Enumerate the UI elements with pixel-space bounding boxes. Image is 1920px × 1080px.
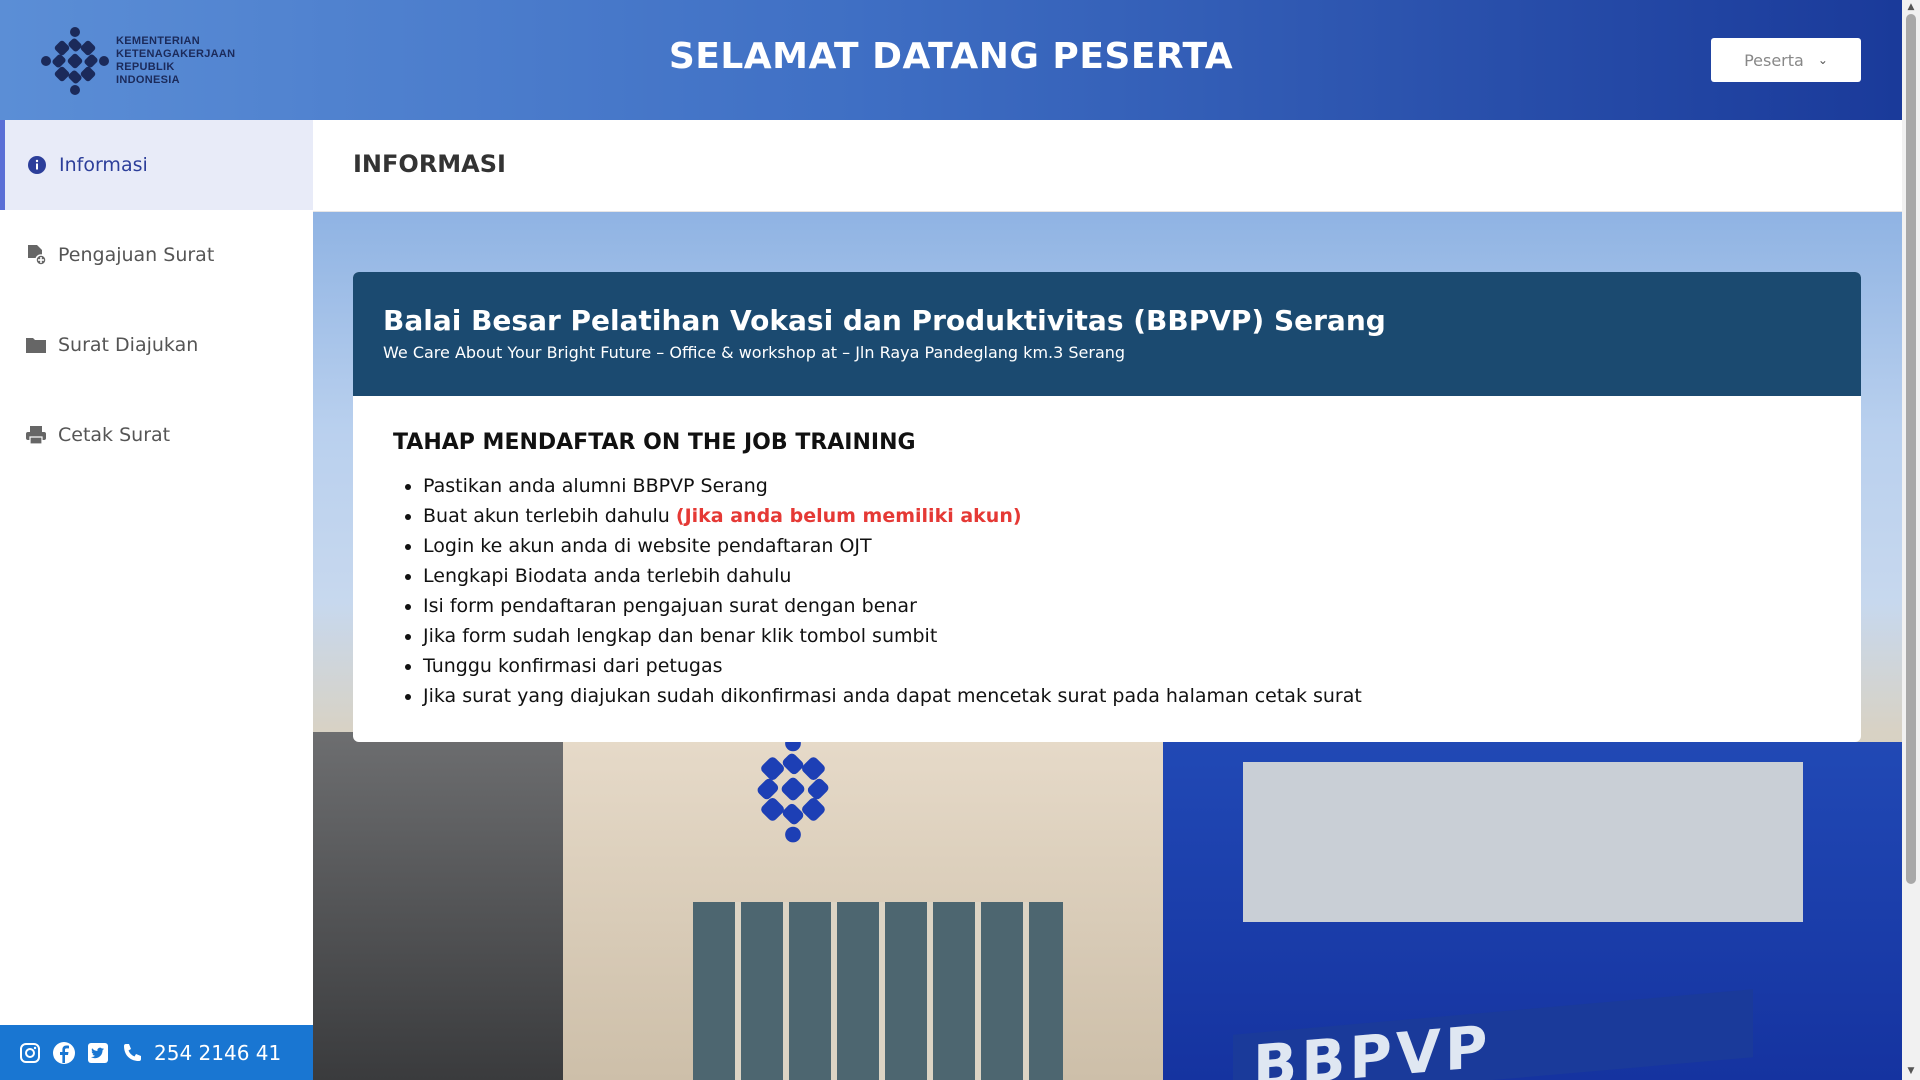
list-item: Pastikan anda alumni BBPVP Serang — [423, 471, 1821, 501]
list-item: Isi form pendaftaran pengajuan surat den… — [423, 591, 1821, 621]
sidebar: Informasi Pengajuan Surat Surat Diajukan… — [0, 120, 313, 1080]
welcome-title: SELAMAT DATANG PESERTA — [668, 36, 1234, 77]
sidebar-item-label: Pengajuan Surat — [58, 244, 215, 266]
page-scrollbar[interactable]: ▲ ▼ — [1902, 0, 1920, 1080]
section-title: TAHAP MENDAFTAR ON THE JOB TRAINING — [393, 430, 916, 455]
list-item: Jika form sudah lengkap dan benar klik t… — [423, 621, 1821, 651]
content-header: INFORMASI — [313, 120, 1902, 212]
sidebar-item-label: Informasi — [59, 154, 148, 176]
folder-icon — [24, 333, 48, 357]
user-menu-dropdown[interactable]: Peserta ⌄ — [1711, 38, 1861, 82]
scrollbar-thumb[interactable] — [1906, 14, 1916, 884]
phone-number: 254 2146 41 — [154, 1040, 282, 1065]
instagram-icon[interactable] — [18, 1041, 42, 1065]
steps-list: Pastikan anda alumni BBPVP Serang Buat a… — [393, 471, 1821, 711]
step-text: Login ke akun anda di website pendaftara… — [423, 535, 872, 557]
phone-icon[interactable] — [120, 1041, 144, 1065]
step-text: Pastikan anda alumni BBPVP Serang — [423, 475, 768, 497]
list-item: Login ke akun anda di website pendaftara… — [423, 531, 1821, 561]
info-card-header: Balai Besar Pelatihan Vokasi dan Produkt… — [353, 272, 1861, 396]
facebook-icon[interactable] — [52, 1041, 76, 1065]
user-menu-label: Peserta — [1744, 50, 1804, 70]
register-link[interactable]: (Jika anda belum memiliki akun) — [676, 505, 1022, 527]
list-item: Buat akun terlebih dahulu (Jika anda bel… — [423, 501, 1821, 531]
info-card: Balai Besar Pelatihan Vokasi dan Produkt… — [353, 272, 1861, 742]
top-header: KEMENTERIAN KETENAGAKERJAAN REPUBLIK IND… — [0, 0, 1902, 120]
info-card-subtitle: We Care About Your Bright Future – Offic… — [383, 343, 1126, 362]
info-card-title: Balai Besar Pelatihan Vokasi dan Produkt… — [383, 304, 1386, 337]
scroll-up-icon[interactable]: ▲ — [1906, 2, 1916, 12]
step-text: Lengkapi Biodata anda terlebih dahulu — [423, 565, 792, 587]
sidebar-item-label: Surat Diajukan — [58, 334, 199, 356]
info-card-body: TAHAP MENDAFTAR ON THE JOB TRAINING Past… — [353, 396, 1861, 711]
step-text: Jika form sudah lengkap dan benar klik t… — [423, 625, 938, 647]
list-item: Lengkapi Biodata anda terlebih dahulu — [423, 561, 1821, 591]
sidebar-item-cetak-surat[interactable]: Cetak Surat — [0, 390, 313, 480]
building-logo-icon — [757, 735, 829, 843]
sidebar-item-informasi[interactable]: Informasi — [0, 120, 313, 210]
building-glass-facade — [693, 902, 1063, 1080]
step-text: Tunggu konfirmasi dari petugas — [423, 655, 723, 677]
step-text: Buat akun terlebih dahulu — [423, 505, 676, 527]
chevron-down-icon: ⌄ — [1817, 53, 1828, 67]
step-text: Isi form pendaftaran pengajuan surat den… — [423, 595, 917, 617]
sidebar-item-surat-diajukan[interactable]: Surat Diajukan — [0, 300, 313, 390]
sidebar-item-label: Cetak Surat — [58, 424, 171, 446]
info-circle-icon — [25, 153, 49, 177]
scroll-down-icon[interactable]: ▼ — [1906, 1066, 1916, 1076]
file-plus-icon — [24, 243, 48, 267]
building-right-panel — [1243, 762, 1803, 922]
twitter-icon[interactable] — [86, 1041, 110, 1065]
sidebar-item-pengajuan-surat[interactable]: Pengajuan Surat — [0, 210, 313, 300]
printer-icon — [24, 423, 48, 447]
page-title: INFORMASI — [353, 150, 506, 178]
list-item: Jika surat yang diajukan sudah dikonfirm… — [423, 681, 1821, 711]
list-item: Tunggu konfirmasi dari petugas — [423, 651, 1821, 681]
step-text: Jika surat yang diajukan sudah dikonfirm… — [423, 685, 1362, 707]
sidebar-footer: 254 2146 41 — [0, 1025, 313, 1080]
